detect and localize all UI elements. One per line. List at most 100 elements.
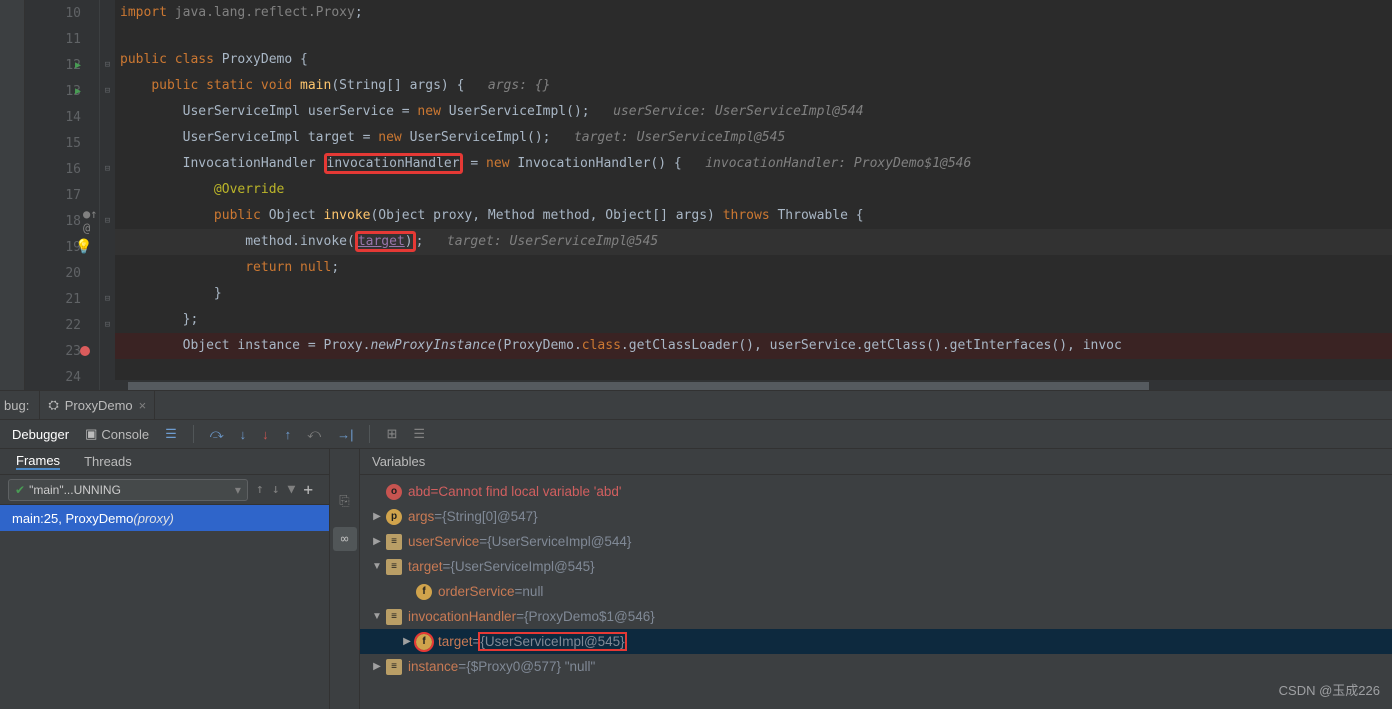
variable-name: instance (408, 659, 458, 674)
code-line[interactable]: public static void main(String[] args) {… (115, 73, 1392, 99)
expand-icon[interactable]: ▶ (370, 536, 384, 547)
fold-marker[interactable]: ⊟ (100, 52, 115, 78)
variables-tree[interactable]: oabd = Cannot find local variable 'abd'▶… (360, 475, 1392, 709)
variable-value: {UserServiceImpl@545} (480, 634, 624, 649)
variable-value: {UserServiceImpl@544} (487, 534, 631, 549)
variable-node[interactable]: ▼≡target = {UserServiceImpl@545} (360, 554, 1392, 579)
fold-marker[interactable]: ⊟ (100, 286, 115, 312)
step-into-icon[interactable]: ↓ (240, 427, 247, 442)
code-line[interactable] (115, 359, 1392, 380)
code-line[interactable] (115, 26, 1392, 47)
plus-icon[interactable]: + (303, 480, 313, 499)
line-number[interactable]: 14 (25, 104, 99, 130)
variable-node[interactable]: ▶≡instance = {$Proxy0@577} "null" (360, 654, 1392, 679)
variable-node[interactable]: ▶pargs = {String[0]@547} (360, 504, 1392, 529)
expand-icon[interactable]: ▼ (370, 561, 384, 572)
code-line[interactable]: InvocationHandler invocationHandler = ne… (115, 151, 1392, 177)
run-icon[interactable]: ▶ (75, 86, 81, 97)
code-line[interactable]: Object instance = Proxy.newProxyInstance… (115, 333, 1392, 359)
frame-list[interactable]: main:25, ProxyDemo (proxy) (0, 505, 329, 709)
step-out-icon[interactable]: ↑ (285, 427, 292, 442)
tab-debugger[interactable]: Debugger (12, 427, 69, 442)
line-number[interactable]: 15 (25, 130, 99, 156)
next-frame-icon[interactable]: ↓ (272, 482, 280, 497)
breakpoint-icon[interactable] (80, 346, 90, 356)
line-number[interactable]: 18●↑ @ (25, 208, 99, 234)
run-icon[interactable]: ▶ (75, 60, 81, 71)
line-number[interactable]: 19💡 (25, 234, 99, 260)
code-line[interactable]: import java.lang.reflect.Proxy; (115, 0, 1392, 26)
line-number[interactable]: 24 (25, 364, 99, 390)
close-icon[interactable]: × (139, 398, 147, 413)
fold-marker (100, 130, 115, 156)
prev-frame-icon[interactable]: ↑ (256, 482, 264, 497)
variable-node[interactable]: ▶ftarget = {UserServiceImpl@545} (360, 629, 1392, 654)
line-number[interactable]: 16 (25, 156, 99, 182)
filter-icon[interactable]: ▼ (288, 482, 296, 497)
line-number[interactable]: 12▶ (25, 52, 99, 78)
run-to-cursor-icon[interactable]: →| (337, 427, 353, 442)
code-line[interactable]: public Object invoke(Object proxy, Metho… (115, 203, 1392, 229)
horizontal-scrollbar[interactable] (115, 380, 1392, 390)
code-area[interactable]: import java.lang.reflect.Proxy; public cl… (115, 0, 1392, 390)
sidebar-left (0, 0, 25, 390)
code-line[interactable]: }; (115, 307, 1392, 333)
expand-icon[interactable]: ▶ (400, 636, 414, 647)
debug-panel: bug: ⛭ ProxyDemo × Debugger ▣ Console ☰ … (0, 390, 1392, 709)
tab-threads[interactable]: Threads (84, 454, 132, 469)
fold-marker (100, 104, 115, 130)
variable-value: null (522, 584, 543, 599)
step-over-icon[interactable]: ⤼ (210, 426, 224, 442)
code-line[interactable]: return null; (115, 255, 1392, 281)
tab-console[interactable]: ▣ Console (85, 426, 149, 442)
variable-node[interactable]: ▶≡userService = {UserServiceImpl@544} (360, 529, 1392, 554)
variable-name: abd (408, 484, 431, 499)
line-number[interactable]: 23 (25, 338, 99, 364)
variable-node[interactable]: forderService = null (360, 579, 1392, 604)
code-line[interactable]: @Override (115, 177, 1392, 203)
variable-node[interactable]: oabd = Cannot find local variable 'abd' (360, 479, 1392, 504)
fold-marker[interactable]: ⊟ (100, 312, 115, 338)
tab-frames[interactable]: Frames (16, 453, 60, 470)
line-number[interactable]: 20 (25, 260, 99, 286)
code-line[interactable]: public class ProxyDemo { (115, 47, 1392, 73)
equals: = (434, 509, 442, 524)
fold-marker[interactable]: ⊟ (100, 78, 115, 104)
expand-icon[interactable]: ▶ (370, 661, 384, 672)
equals: = (479, 534, 487, 549)
code-line[interactable]: } (115, 281, 1392, 307)
fold-marker (100, 260, 115, 286)
force-step-into-icon[interactable]: ↓ (262, 427, 269, 442)
watermark: CSDN @玉成226 (1279, 680, 1380, 699)
line-number[interactable]: 11 (25, 26, 99, 52)
frame-item[interactable]: main:25, ProxyDemo (proxy) (0, 505, 329, 531)
debug-session-tab[interactable]: ⛭ ProxyDemo × (39, 391, 155, 419)
code-line[interactable]: UserServiceImpl target = new UserService… (115, 125, 1392, 151)
line-number[interactable]: 21 (25, 286, 99, 312)
c-icon: ≡ (386, 534, 402, 550)
variables-panel: ⎘ ∞ Variables oabd = Cannot find local v… (330, 449, 1392, 709)
override-marker[interactable]: ●↑ @ (83, 207, 99, 235)
expand-icon[interactable]: ▶ (370, 511, 384, 522)
variable-node[interactable]: ▼≡invocationHandler = {ProxyDemo$1@546} (360, 604, 1392, 629)
settings-icon: ⛭ (48, 397, 58, 413)
drop-frame-icon[interactable]: ⤺ (307, 426, 321, 442)
line-number[interactable]: 13▶ (25, 78, 99, 104)
fold-marker[interactable]: ⊟ (100, 208, 115, 234)
glasses-icon[interactable]: ∞ (333, 527, 357, 551)
variable-name: target (438, 634, 473, 649)
fold-marker[interactable]: ⊟ (100, 156, 115, 182)
copy-icon[interactable]: ⎘ (333, 489, 357, 513)
evaluate-icon[interactable]: ⊞ (386, 426, 397, 442)
line-number[interactable]: 17 (25, 182, 99, 208)
layout-icon[interactable]: ☰ (165, 426, 177, 442)
gutter: 101112▶13▶1415161718●↑ @19💡2021222324 (25, 0, 100, 390)
line-number[interactable]: 10 (25, 0, 99, 26)
bulb-icon[interactable]: 💡 (75, 239, 92, 255)
code-line[interactable]: UserServiceImpl userService = new UserSe… (115, 99, 1392, 125)
trace-icon[interactable]: ☰ (413, 426, 425, 442)
thread-selector[interactable]: ✔ "main"...UNNING ▾ (8, 479, 248, 501)
line-number[interactable]: 22 (25, 312, 99, 338)
code-line[interactable]: method.invoke(target); target: UserServi… (115, 229, 1392, 255)
expand-icon[interactable]: ▼ (370, 611, 384, 622)
